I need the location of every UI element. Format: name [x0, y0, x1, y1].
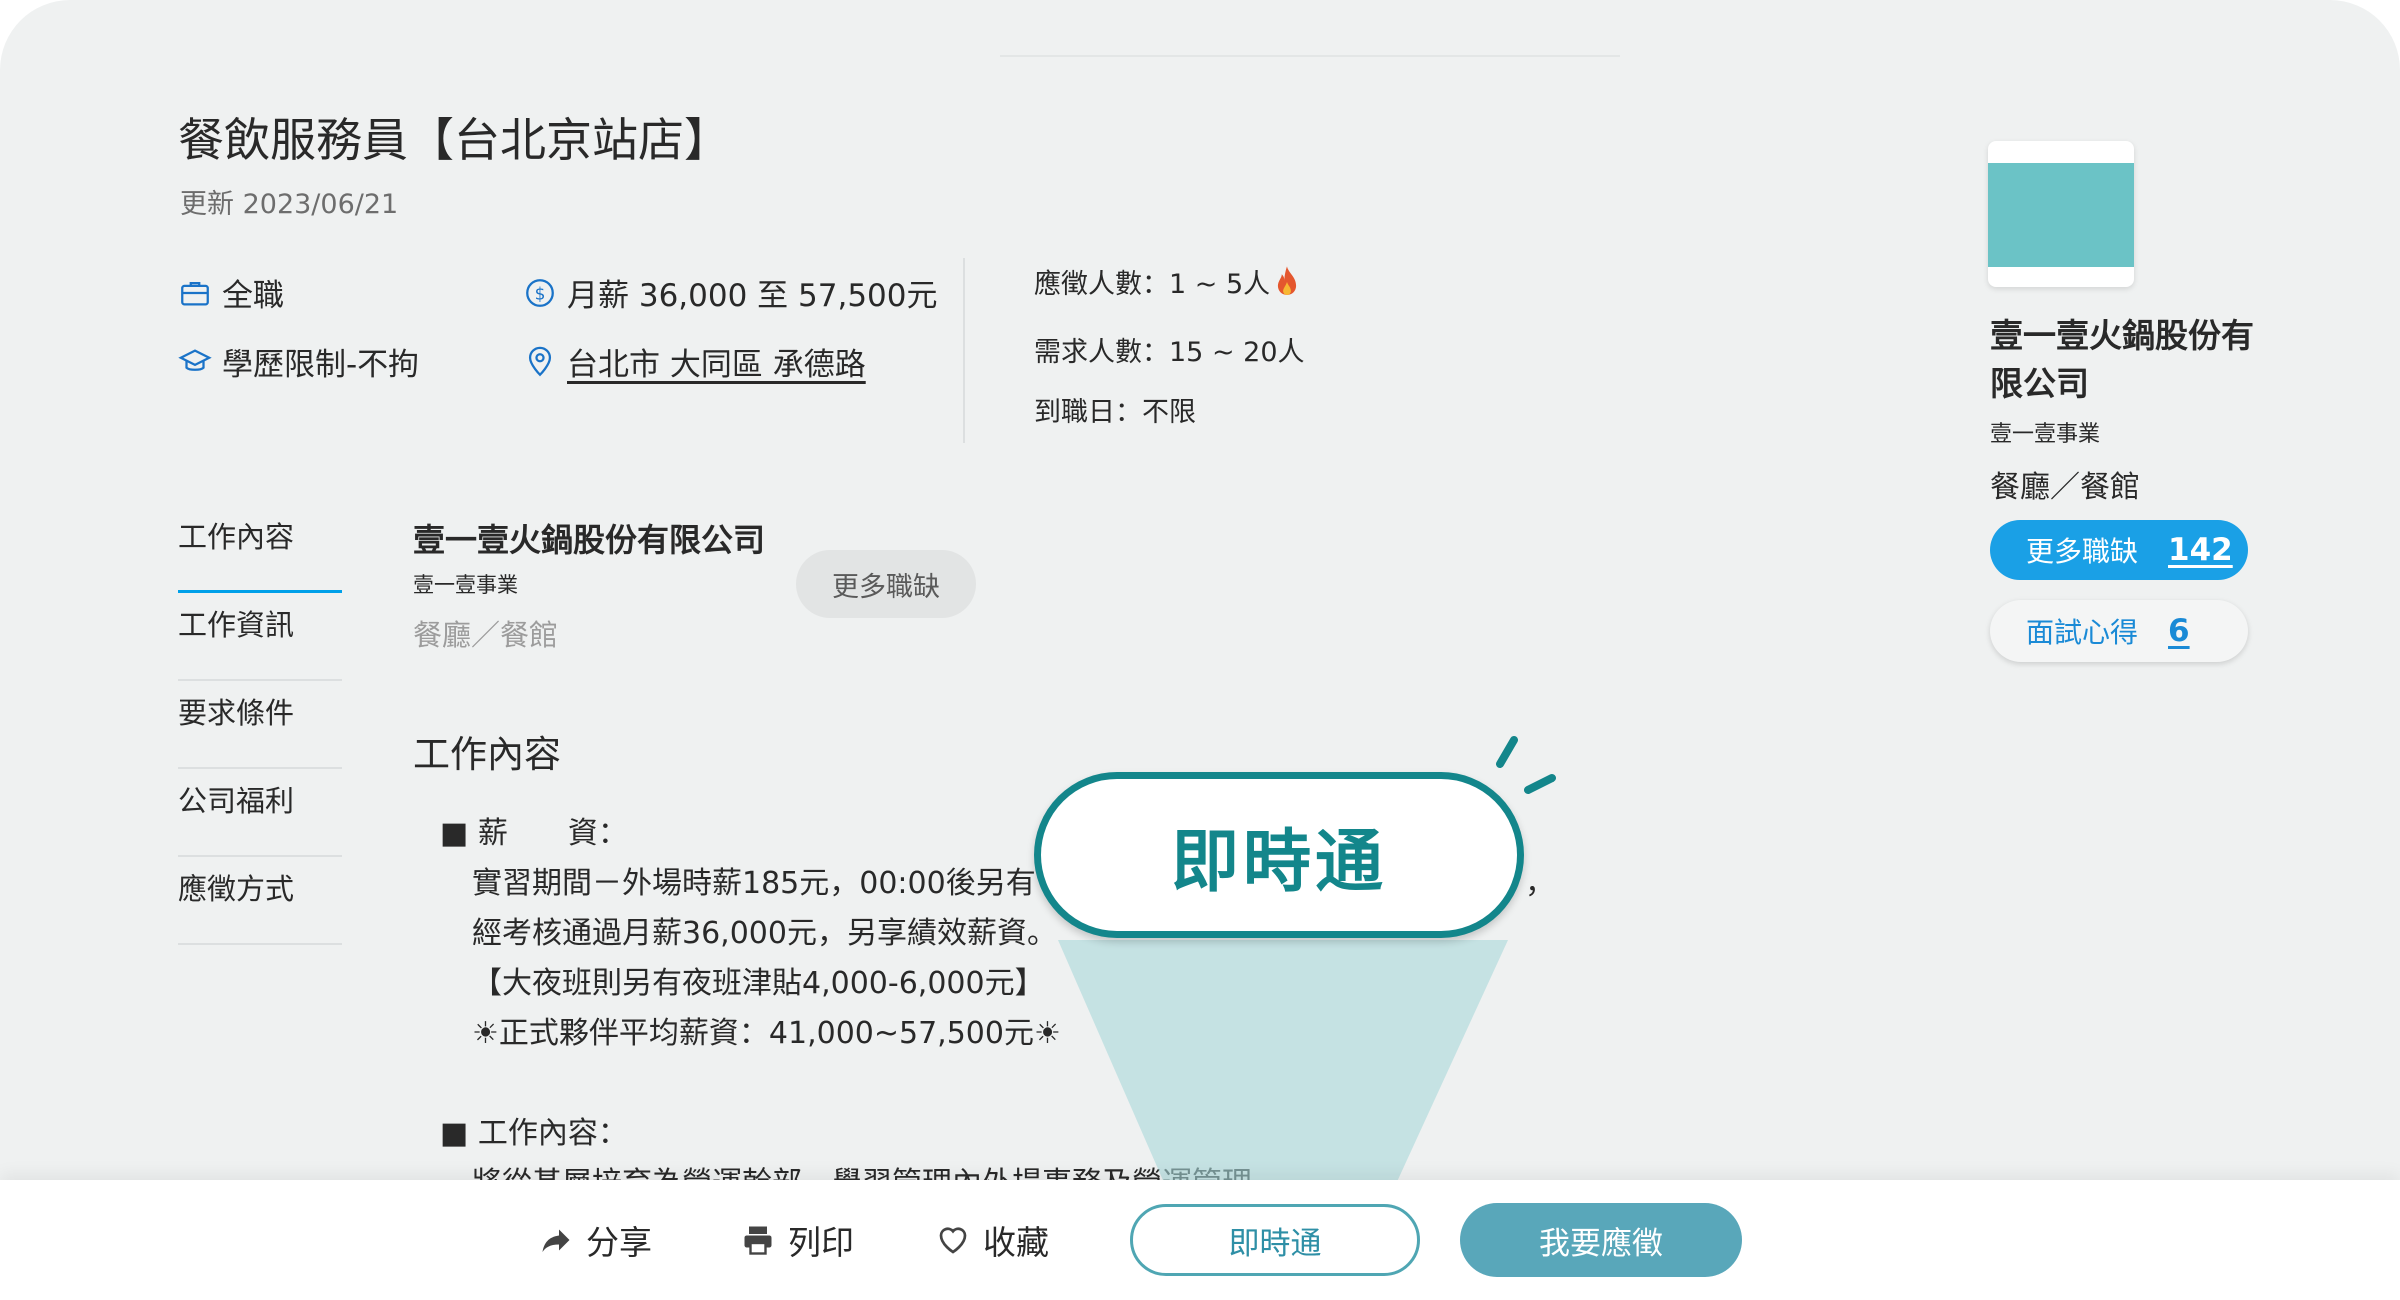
panel-company-industry: 餐廳／餐館: [1990, 470, 2140, 505]
panel-more-jobs-button[interactable]: 更多職缺 142: [1990, 520, 2248, 580]
panel-company-name[interactable]: 壹一壹火鍋股份有限公司: [1990, 312, 2260, 408]
dollar-icon: $: [523, 276, 557, 310]
company-logo[interactable]: [1988, 141, 2134, 287]
panel-company-group: 壹一壹事業: [1990, 422, 2101, 447]
side-nav-requirements[interactable]: 要求條件: [178, 681, 342, 769]
location-link[interactable]: 台北市 大同區 承德路: [567, 339, 866, 384]
instant-message-button[interactable]: 即時通: [1130, 1204, 1420, 1276]
share-label: 分享: [586, 1223, 652, 1262]
applicants-label: 應徵人數：1 ~ 5人: [1034, 269, 1271, 300]
company-industry: 餐廳／餐館: [413, 618, 559, 652]
education: 學歷限制-不拘: [178, 339, 419, 384]
print-button[interactable]: 列印: [740, 1212, 854, 1268]
panel-more-jobs-count: 142: [2168, 532, 2233, 568]
top-divider: [1000, 55, 1620, 57]
save-label: 收藏: [983, 1223, 1049, 1262]
start-date: 到職日：不限: [1034, 397, 1196, 428]
side-nav-job-info[interactable]: 工作資訊: [178, 593, 342, 681]
graduation-cap-icon: [178, 345, 212, 379]
salary: $ 月薪 36,000 至 57,500元: [523, 270, 938, 315]
page-frame: 餐飲服務員【台北京站店】 更新 2023/06/21 全職 $ 月薪 36,00…: [0, 0, 2400, 1300]
section-heading: 工作內容: [413, 733, 561, 776]
update-date: 更新 2023/06/21: [180, 189, 399, 220]
education-label: 學歷限制-不拘: [222, 347, 420, 383]
apply-button[interactable]: 我要應徵: [1460, 1203, 1742, 1277]
briefcase-icon: [178, 276, 212, 310]
company-logo-image: [1988, 163, 2134, 267]
location[interactable]: 台北市 大同區 承德路: [523, 339, 866, 384]
panel-more-jobs-label: 更多職缺: [2026, 535, 2139, 568]
desc-line: ■ 薪 資：: [440, 816, 628, 851]
meta-divider: [963, 258, 965, 443]
instant-message-callout: 即時通: [1034, 772, 1524, 938]
fire-icon: [1278, 265, 1297, 295]
save-button[interactable]: 收藏: [935, 1212, 1049, 1268]
headcount: 需求人數：15 ~ 20人: [1034, 337, 1305, 368]
panel-interview-label: 面試心得: [2026, 616, 2139, 649]
heart-icon: [939, 1227, 967, 1254]
applicants-count: 應徵人數：1 ~ 5人: [1034, 262, 1300, 301]
share-button[interactable]: 分享: [538, 1212, 652, 1268]
panel-interview-count: 6: [2168, 613, 2190, 649]
job-type-label: 全職: [222, 278, 284, 314]
svg-text:$: $: [535, 284, 546, 304]
print-label: 列印: [788, 1223, 854, 1262]
company-group: 壹一壹事業: [413, 573, 518, 597]
job-title: 餐飲服務員【台北京站店】: [178, 113, 730, 167]
printer-icon: [744, 1226, 772, 1255]
salary-label: 月薪 36,000 至 57,500元: [567, 278, 938, 314]
job-type: 全職: [178, 270, 284, 315]
side-nav-job-content[interactable]: 工作內容: [178, 505, 342, 593]
panel-interview-button[interactable]: 面試心得 6: [1990, 600, 2248, 662]
desc-line: ■ 工作內容：: [440, 1116, 628, 1151]
desc-line: 經考核通過月薪36,000元，另享績效薪資。: [472, 916, 1057, 951]
more-jobs-button[interactable]: 更多職缺: [796, 550, 976, 618]
map-pin-icon: [523, 345, 557, 379]
desc-line: ☀正式夥伴平均薪資：41,000~57,500元☀: [472, 1016, 1061, 1051]
side-nav: 工作內容 工作資訊 要求條件 公司福利 應徵方式: [178, 505, 342, 945]
company-name[interactable]: 壹一壹火鍋股份有限公司: [413, 515, 765, 561]
desc-line: 實習期間－外場時薪185元，00:00後另有: [472, 866, 1036, 901]
desc-line: 【大夜班則另有夜班津貼4,000-6,000元】: [472, 966, 1045, 1001]
side-nav-how-to-apply[interactable]: 應徵方式: [178, 857, 342, 945]
desc-line: ，: [1525, 866, 1555, 901]
share-icon: [542, 1229, 570, 1252]
side-nav-benefits[interactable]: 公司福利: [178, 769, 342, 857]
